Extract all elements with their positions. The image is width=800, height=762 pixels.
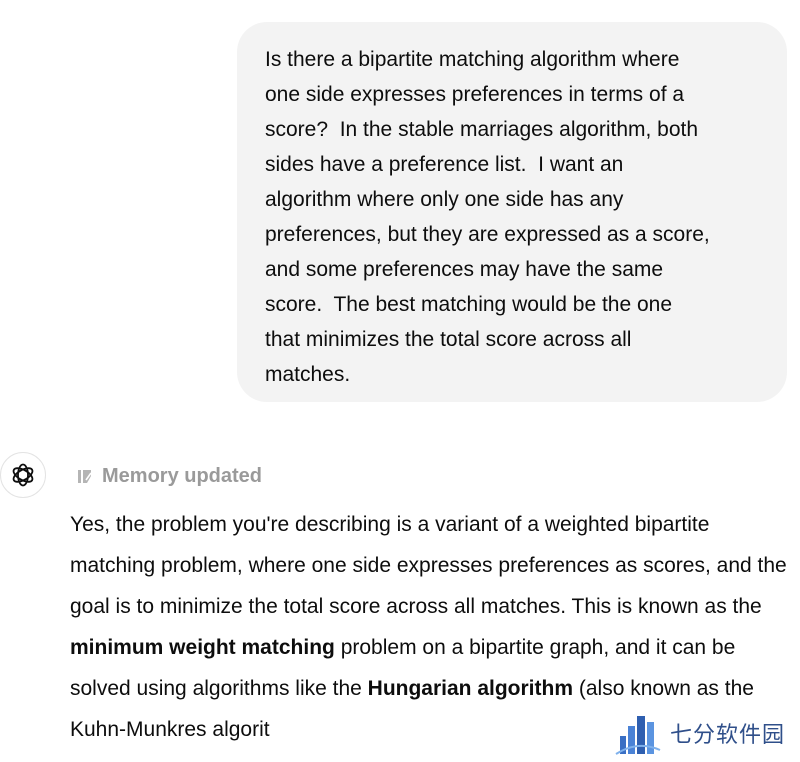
watermark: 七分软件园 xyxy=(614,704,800,762)
memory-updated-status[interactable]: Memory updated xyxy=(76,462,262,490)
user-message-line: Is there a bipartite matching algorithm … xyxy=(265,48,680,71)
user-message-line: score. The best matching would be the on… xyxy=(265,293,673,316)
response-bold-term: minimum weight matching xyxy=(70,636,335,659)
openai-logo-icon xyxy=(12,463,34,487)
user-message-line: preferences, but they are expressed as a… xyxy=(265,223,710,246)
memory-pencil-icon xyxy=(78,470,92,483)
memory-updated-label: Memory updated xyxy=(102,464,263,487)
chat-page: Is there a bipartite matching algorithm … xyxy=(0,0,800,762)
assistant-avatar xyxy=(0,452,46,498)
response-text: Yes, the problem you're describing is a … xyxy=(70,513,787,618)
user-message-line: one side expresses preferences in terms … xyxy=(265,83,685,106)
building-logo-icon xyxy=(615,716,661,755)
user-message-line: matches. xyxy=(265,363,351,386)
user-message-line: score? In the stable marriages algorithm… xyxy=(265,118,699,141)
user-message-bubble: Is there a bipartite matching algorithm … xyxy=(237,22,787,402)
response-bold-term: Hungarian algorithm xyxy=(367,677,574,700)
user-message-line: algorithm where only one side has any xyxy=(265,188,624,211)
watermark-text: 七分软件园 xyxy=(670,722,786,747)
user-message-line: sides have a preference list. I want an xyxy=(265,153,624,176)
user-message-line: that minimizes the total score across al… xyxy=(265,328,632,351)
user-message-line: and some preferences may have the same xyxy=(265,258,664,281)
